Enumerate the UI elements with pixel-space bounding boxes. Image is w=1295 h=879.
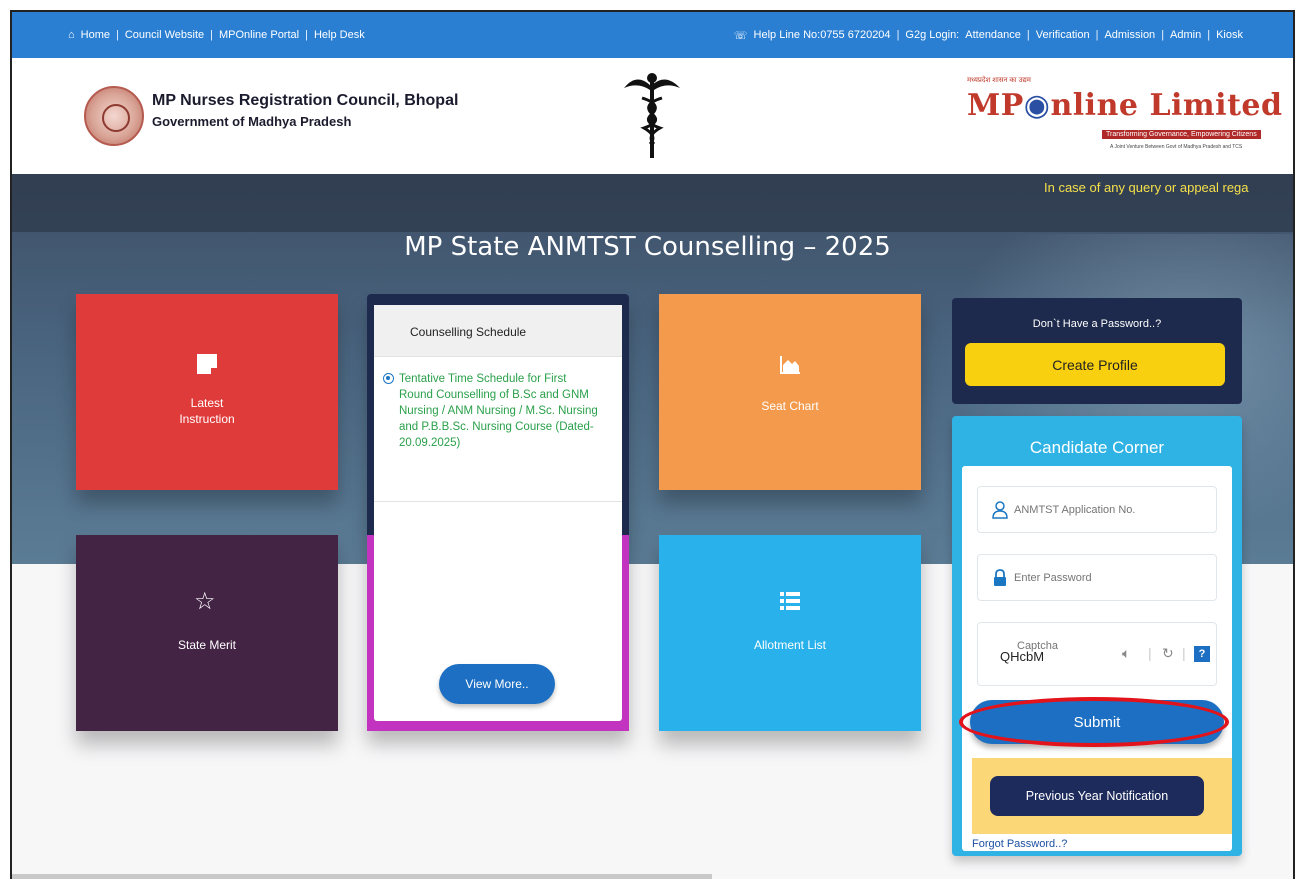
partner-tagline-2: A Joint Venture Between Govt of Madhya P…	[1110, 144, 1243, 150]
caduceus-icon	[624, 73, 680, 158]
partner-logo-small-text: मध्यप्रदेश शासन का उद्यम	[967, 77, 1031, 84]
org-name: MP Nurses Registration Council, Bhopal	[152, 92, 459, 109]
lock-icon	[994, 569, 1006, 586]
area-chart-icon	[780, 356, 800, 374]
partner-tagline: Transforming Governance, Empowering Citi…	[1102, 130, 1261, 139]
nav-admission-link[interactable]: Admission	[1104, 29, 1155, 41]
separator: |	[1161, 29, 1165, 41]
page-title: MP State ANMTST Counselling – 2025	[404, 232, 891, 262]
separator: |	[1148, 645, 1152, 661]
forgot-password-link[interactable]: Forgot Password..?	[972, 838, 1067, 850]
home-icon: ⌂	[68, 29, 75, 41]
latest-instruction-tile[interactable]: Latest Instruction	[76, 294, 338, 490]
separator: |	[1182, 645, 1186, 661]
refresh-icon[interactable]: ↻	[1162, 645, 1174, 662]
nav-help-desk-link[interactable]: Help Desk	[314, 29, 365, 41]
horizontal-scrollbar[interactable]	[12, 874, 712, 879]
password-input[interactable]	[1014, 567, 1204, 589]
bullet-circle-icon	[383, 373, 394, 384]
latest-instruction-label-2: Instruction	[179, 412, 235, 426]
create-profile-button[interactable]: Create Profile	[965, 343, 1225, 386]
allotment-list-tile[interactable]: Allotment List	[659, 535, 921, 731]
mponline-logo-part3: Limited	[1149, 88, 1283, 123]
separator: |	[1095, 29, 1099, 41]
separator: |	[210, 29, 213, 41]
mponline-logo-part2: nline	[1050, 88, 1139, 123]
previous-year-notification-button[interactable]: Previous Year Notification	[990, 776, 1204, 816]
create-profile-box: Don`t Have a Password..? Create Profile	[952, 298, 1242, 404]
top-left-links: ⌂ Home | Council Website | MPOnline Port…	[68, 29, 365, 41]
submit-button[interactable]: Submit	[970, 700, 1224, 744]
divider	[374, 501, 622, 502]
council-emblem-logo	[84, 86, 144, 146]
state-merit-label: State Merit	[177, 638, 237, 652]
note-icon	[197, 354, 217, 374]
counselling-schedule-card: Counselling Schedule Tentative Time Sche…	[374, 305, 622, 721]
help-icon[interactable]: ?	[1194, 646, 1210, 662]
org-subtitle: Government of Madhya Pradesh	[152, 114, 352, 129]
schedule-item-link[interactable]: Tentative Time Schedule for First Round …	[399, 371, 599, 451]
mponline-logo-globe-icon: ◉	[1023, 88, 1051, 123]
no-password-question: Don`t Have a Password..?	[1032, 318, 1162, 330]
view-more-button[interactable]: View More..	[439, 664, 555, 704]
announcement-marquee: In case of any query or appeal rega	[1044, 180, 1249, 195]
phone-icon: ☏	[733, 29, 748, 42]
speaker-icon[interactable]: 🔈︎	[1122, 645, 1130, 662]
nav-admin-link[interactable]: Admin	[1170, 29, 1201, 41]
seat-chart-label: Seat Chart	[761, 399, 819, 413]
allotment-list-label: Allotment List	[753, 638, 827, 652]
nav-attendance-link[interactable]: Attendance	[965, 29, 1021, 41]
site-header: MP Nurses Registration Council, Bhopal G…	[12, 58, 1293, 174]
candidate-corner-panel: Candidate Corner QHcbM 🔈︎ | ↻ | ? Submit	[952, 416, 1242, 856]
separator: |	[305, 29, 308, 41]
state-merit-tile[interactable]: ☆ State Merit	[76, 535, 338, 731]
nav-verification-link[interactable]: Verification	[1036, 29, 1090, 41]
top-nav-bar: ⌂ Home | Council Website | MPOnline Port…	[12, 12, 1293, 58]
star-icon: ☆	[194, 588, 216, 615]
list-icon	[780, 592, 800, 610]
separator: |	[1207, 29, 1211, 41]
captcha-field: QHcbM 🔈︎ | ↻ | ?	[977, 622, 1217, 686]
seat-chart-tile[interactable]: Seat Chart	[659, 294, 921, 490]
latest-instruction-label-1: Latest	[190, 396, 224, 410]
helpline-text: Help Line No:0755 6720204	[753, 29, 891, 41]
application-no-field[interactable]	[977, 486, 1217, 533]
candidate-corner-title: Candidate Corner	[1029, 438, 1165, 457]
mponline-logo: MP◉nline Limited	[967, 88, 1283, 123]
nav-g2g-login-link[interactable]: G2g Login:	[905, 29, 959, 41]
previous-year-box: Previous Year Notification	[972, 758, 1232, 834]
nav-kiosk-link[interactable]: Kiosk	[1216, 29, 1243, 41]
application-no-input[interactable]	[1014, 499, 1204, 521]
separator: |	[116, 29, 119, 41]
separator: |	[896, 29, 900, 41]
nav-mponline-portal-link[interactable]: MPOnline Portal	[219, 29, 299, 41]
top-right-links: ☏ Help Line No:0755 6720204 | G2g Login:…	[734, 29, 1243, 42]
login-form: QHcbM 🔈︎ | ↻ | ? Submit Previous Year No…	[962, 466, 1232, 851]
user-icon	[992, 501, 1008, 519]
captcha-input[interactable]	[1014, 635, 1204, 657]
nav-home-link[interactable]: Home	[81, 29, 110, 41]
password-field[interactable]	[977, 554, 1217, 601]
schedule-heading: Counselling Schedule	[374, 305, 622, 357]
mponline-logo-part1: MP	[967, 88, 1024, 123]
nav-council-website-link[interactable]: Council Website	[125, 29, 204, 41]
separator: |	[1026, 29, 1030, 41]
